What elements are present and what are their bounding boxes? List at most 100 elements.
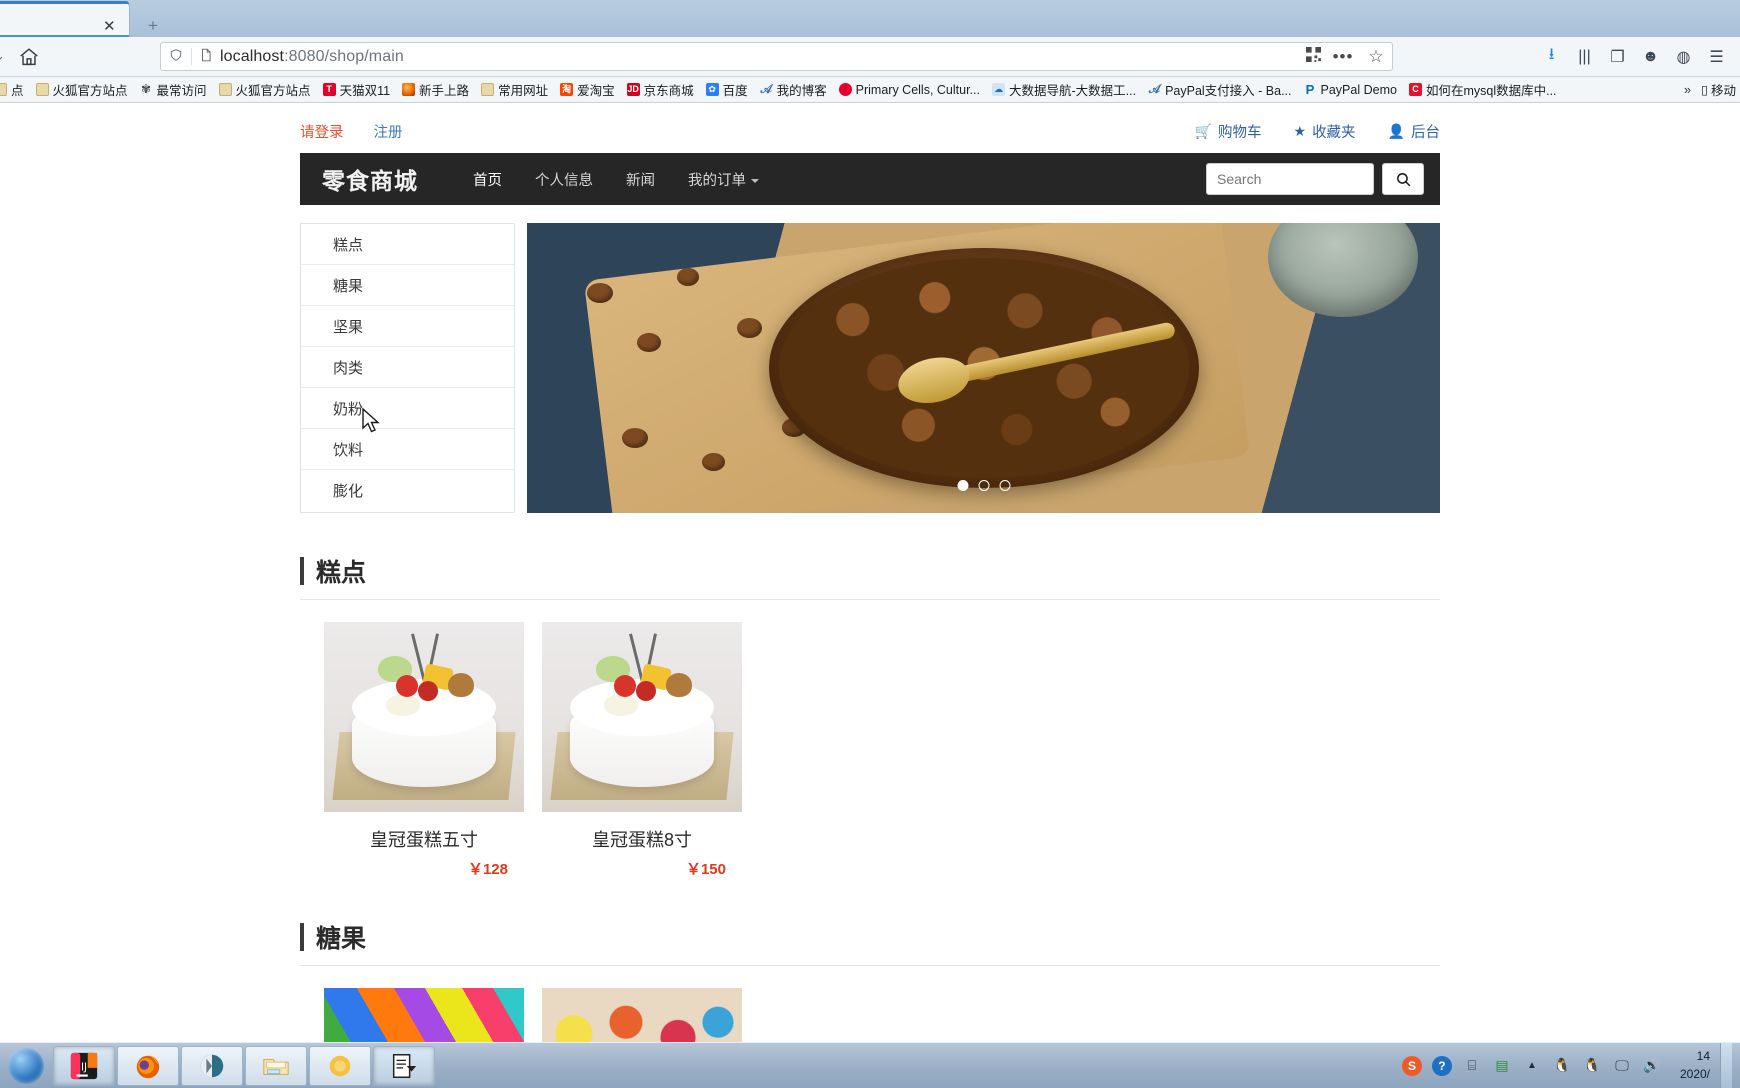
usb-icon[interactable]: ▤ bbox=[1492, 1056, 1512, 1076]
bookmark-item[interactable]: 𝒜 PayPal支付接入 - Ba... bbox=[1142, 77, 1297, 102]
sogou-input-icon[interactable]: S bbox=[1401, 1055, 1422, 1076]
taskbar-item-navicat[interactable] bbox=[181, 1045, 243, 1086]
section-accent-bar bbox=[300, 923, 304, 951]
hero-carousel[interactable] bbox=[527, 223, 1440, 513]
bookmark-label: 大数据导航-大数据工... bbox=[1008, 84, 1137, 98]
taskbar-item-firefox[interactable] bbox=[117, 1045, 179, 1086]
new-tab-icon[interactable]: + bbox=[148, 16, 158, 36]
bookmark-item[interactable]: 火狐官方站点 bbox=[30, 77, 134, 102]
bookmark-item[interactable]: T 天猫双11 bbox=[317, 77, 396, 102]
home-icon[interactable] bbox=[18, 46, 40, 68]
tmall-icon: T bbox=[322, 83, 336, 96]
url-text: localhost:8080/shop/main bbox=[220, 47, 404, 65]
taskbar-item-intellij-idea[interactable]: IJ bbox=[53, 1045, 115, 1086]
bookmark-item[interactable]: 淘 爱淘宝 bbox=[554, 77, 621, 102]
bookmark-item[interactable]: ✾ 最常访问 bbox=[134, 77, 213, 102]
bookmark-item[interactable]: 点 bbox=[0, 77, 30, 102]
login-link[interactable]: 请登录 bbox=[300, 121, 344, 142]
network-icon[interactable]: ⌸ bbox=[1462, 1056, 1482, 1076]
sidebar-item-naifen[interactable]: 奶粉 bbox=[301, 388, 514, 429]
bookmarks-overflow-icon[interactable]: » bbox=[1684, 82, 1691, 97]
product-card[interactable]: 皇冠蛋糕五寸 ￥128 bbox=[324, 622, 524, 879]
cart-link[interactable]: 🛒 购物车 bbox=[1195, 121, 1262, 142]
taskbar-item-file-explorer[interactable] bbox=[245, 1045, 307, 1086]
search-area bbox=[1206, 163, 1424, 195]
product-grid-gaodian: 皇冠蛋糕五寸 ￥128 皇冠蛋糕8寸 ￥150 bbox=[300, 622, 1440, 879]
sidebar-icon[interactable]: ❐ bbox=[1604, 43, 1631, 70]
bookmark-label: 我的博客 bbox=[776, 84, 827, 98]
sidebar-item-penghua[interactable]: 膨化 bbox=[301, 470, 514, 511]
qr-code-icon[interactable] bbox=[1300, 47, 1326, 66]
nav-item-orders[interactable]: 我的订单 bbox=[673, 161, 774, 198]
sidebar-item-tangguo[interactable]: 糖果 bbox=[301, 265, 514, 306]
bookmark-item[interactable]: ☁ 大数据导航-大数据工... bbox=[986, 77, 1142, 102]
bookmark-label: 京东商城 bbox=[643, 84, 694, 98]
bookmark-label: 如何在mysql数据库中... bbox=[1425, 84, 1557, 98]
menu-icon[interactable]: ☰ bbox=[1703, 43, 1730, 70]
sidebar-item-jianguo[interactable]: 坚果 bbox=[301, 306, 514, 347]
back-forward-overflow-icon[interactable]: ⌄ bbox=[0, 48, 8, 64]
product-grid-tangguo bbox=[300, 988, 1440, 1048]
page-actions-icon[interactable]: ••• bbox=[1326, 47, 1360, 67]
bookmark-item[interactable]: C 如何在mysql数据库中... bbox=[1403, 77, 1563, 102]
register-link[interactable]: 注册 bbox=[374, 121, 403, 142]
sidebar-item-yinliao[interactable]: 饮料 bbox=[301, 429, 514, 470]
bookmark-item[interactable]: 火狐官方站点 bbox=[213, 77, 317, 102]
sidebar-item-gaodian[interactable]: 糕点 bbox=[301, 224, 514, 265]
bookmark-label: 火狐官方站点 bbox=[235, 84, 311, 98]
carousel-dot-2[interactable] bbox=[978, 480, 989, 491]
start-button[interactable] bbox=[0, 1044, 52, 1088]
bookmark-star-icon[interactable]: ☆ bbox=[1360, 47, 1392, 67]
taskbar-clock[interactable]: 14 2020/ bbox=[1672, 1048, 1710, 1083]
shield-icon bbox=[161, 48, 191, 65]
show-desktop-button[interactable] bbox=[1720, 1042, 1732, 1088]
taskbar-item-browser[interactable] bbox=[309, 1045, 371, 1086]
bookmark-label: 常用网址 bbox=[498, 84, 549, 98]
nav-item-profile[interactable]: 个人信息 bbox=[520, 161, 608, 198]
address-bar[interactable]: localhost:8080/shop/main ••• ☆ bbox=[160, 42, 1393, 71]
admin-link[interactable]: 👤 后台 bbox=[1388, 121, 1440, 142]
bookmarks-bar: 点 火狐官方站点 ✾ 最常访问 火狐官方站点 T 天猫双11 新手上路 常用网址… bbox=[0, 77, 1740, 103]
mobile-bookmarks-item[interactable]: ▯ 移动 bbox=[1701, 77, 1736, 102]
qq-icon[interactable]: 🐧 bbox=[1552, 1056, 1572, 1076]
firefox-icon bbox=[402, 83, 416, 96]
bookmark-item[interactable]: 新手上路 bbox=[396, 77, 475, 102]
page-info-icon[interactable] bbox=[192, 47, 220, 66]
tab-close-icon[interactable]: ✕ bbox=[103, 19, 116, 34]
show-hidden-icons[interactable]: ▲ bbox=[1522, 1056, 1542, 1076]
product-card[interactable] bbox=[324, 988, 524, 1048]
firefox-icon bbox=[136, 1054, 160, 1078]
nav-item-orders-label: 我的订单 bbox=[688, 172, 746, 189]
system-tray: S ? ⌸ ▤ ▲ 🐧 🐧 🖵 🔊 14 2020/ bbox=[1401, 1042, 1740, 1088]
bookmark-item[interactable]: ✿ 百度 bbox=[700, 77, 754, 102]
carousel-dot-1[interactable] bbox=[957, 480, 968, 491]
bookmark-item[interactable]: 𝒜 我的博客 bbox=[754, 77, 833, 102]
nav-item-news[interactable]: 新闻 bbox=[611, 161, 670, 198]
carousel-indicators bbox=[957, 480, 1010, 491]
sync-icon[interactable]: ◍ bbox=[1670, 43, 1697, 70]
library-icon[interactable]: ||| bbox=[1571, 43, 1598, 70]
bookmark-item[interactable]: 常用网址 bbox=[475, 77, 554, 102]
taskbar-item-editplus[interactable] bbox=[373, 1045, 435, 1086]
product-card[interactable] bbox=[542, 988, 742, 1048]
display-icon[interactable]: 🖵 bbox=[1612, 1056, 1632, 1076]
product-card[interactable]: 皇冠蛋糕8寸 ￥150 bbox=[542, 622, 742, 879]
bookmark-item[interactable]: Primary Cells, Cultur... bbox=[833, 77, 986, 102]
search-button[interactable] bbox=[1382, 163, 1424, 195]
favorites-link[interactable]: ★ 收藏夹 bbox=[1294, 121, 1356, 142]
account-icon[interactable]: ☻ bbox=[1637, 43, 1664, 70]
bookmark-item[interactable]: P PayPal Demo bbox=[1298, 77, 1403, 102]
downloads-icon[interactable]: ⭳ bbox=[1538, 43, 1565, 70]
search-input[interactable] bbox=[1206, 163, 1374, 195]
jd-icon: JD bbox=[626, 83, 640, 96]
paypal-doc-icon: 𝒜 bbox=[1148, 82, 1161, 96]
sidebar-item-rourou[interactable]: 肉类 bbox=[301, 347, 514, 388]
qq-secondary-icon[interactable]: 🐧 bbox=[1582, 1056, 1602, 1076]
volume-icon[interactable]: 🔊 bbox=[1642, 1056, 1662, 1076]
help-icon[interactable]: ? bbox=[1431, 1055, 1452, 1076]
carousel-dot-3[interactable] bbox=[999, 480, 1010, 491]
bookmark-label: PayPal支付接入 - Ba... bbox=[1165, 84, 1292, 98]
bookmark-item[interactable]: JD 京东商城 bbox=[621, 77, 700, 102]
nav-item-home[interactable]: 首页 bbox=[458, 161, 517, 198]
brand-logo[interactable]: 零食商城 bbox=[322, 162, 418, 196]
